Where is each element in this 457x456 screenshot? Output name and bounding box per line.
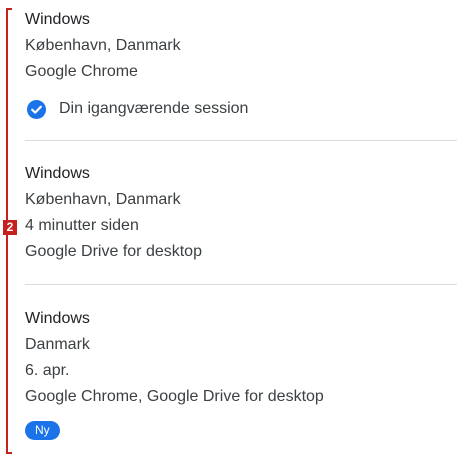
session-time: 4 minutter siden <box>25 217 139 234</box>
annotation-marker: 2 <box>3 220 17 235</box>
session-item-2[interactable]: Windows København, Danmark 4 minutter si… <box>25 161 457 265</box>
session-apps: Google Chrome <box>25 63 138 80</box>
session-device: Windows <box>25 11 90 28</box>
current-session-indicator: Din igangværende session <box>25 97 457 121</box>
session-location: København, Danmark <box>25 37 181 54</box>
session-item-1[interactable]: Windows København, Danmark Google Chrome… <box>25 7 457 121</box>
session-device: Windows <box>25 165 90 182</box>
check-circle-icon <box>27 99 46 119</box>
session-time: 6. apr. <box>25 362 70 379</box>
session-apps: Google Drive for desktop <box>25 243 202 260</box>
current-session-label: Din igangværende session <box>59 100 249 117</box>
session-device: Windows <box>25 310 90 327</box>
divider <box>25 284 457 285</box>
session-location: København, Danmark <box>25 191 181 208</box>
new-badge: Ny <box>25 421 60 440</box>
session-apps: Google Chrome, Google Drive for desktop <box>25 388 324 405</box>
session-item-3[interactable]: Windows Danmark 6. apr. Google Chrome, G… <box>25 306 457 440</box>
divider <box>25 140 457 141</box>
session-location: Danmark <box>25 336 90 353</box>
